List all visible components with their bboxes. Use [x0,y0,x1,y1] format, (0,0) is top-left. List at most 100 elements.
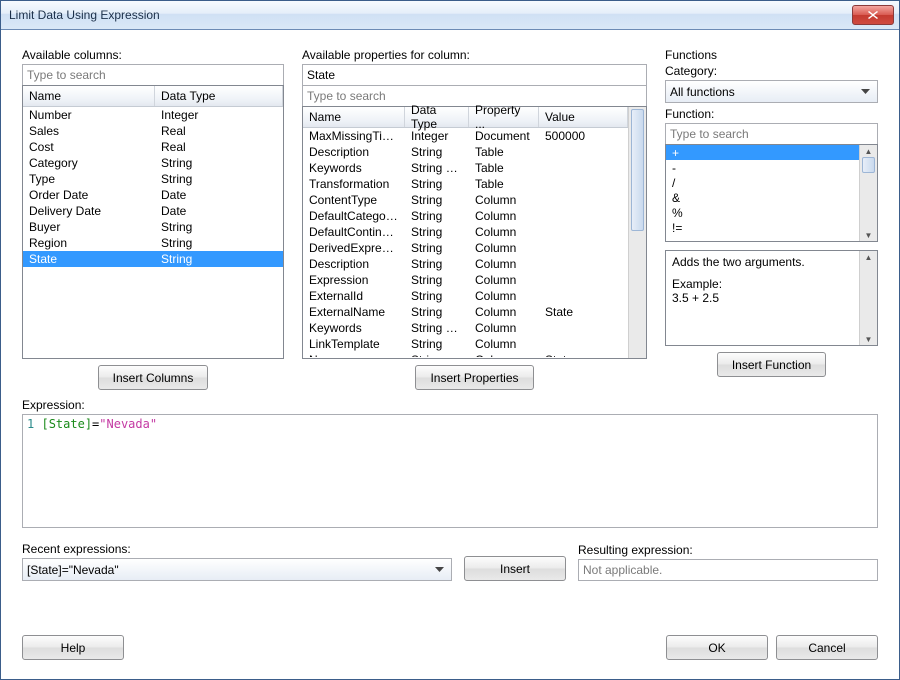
available-columns-grid[interactable]: Name Data Type NumberIntegerSalesRealCos… [22,85,284,359]
col-header-name[interactable]: Name [23,86,155,106]
scroll-down-icon[interactable]: ▼ [860,229,877,241]
table-row[interactable]: TypeString [23,171,283,187]
cell-datatype: String [405,257,469,271]
prop-header-name[interactable]: Name [303,107,405,127]
insert-columns-button[interactable]: Insert Columns [98,365,209,390]
cell-value: State [539,353,628,357]
scrollbar-thumb[interactable] [862,157,875,173]
cell-name: Number [23,108,155,122]
table-row[interactable]: DescriptionStringTable [303,144,628,160]
cell-name: LinkTemplate [303,337,405,351]
scroll-up-icon[interactable]: ▲ [860,145,877,157]
cell-name: DefaultCategoric... [303,209,405,223]
function-item[interactable]: / [666,175,859,190]
table-row[interactable]: StateString [23,251,283,267]
cell-datatype: String [155,172,283,186]
scrollbar-thumb[interactable] [631,109,644,231]
table-row[interactable]: KeywordsString ListColumn [303,320,628,336]
scroll-up-icon[interactable]: ▲ [860,251,877,263]
table-row[interactable]: DerivedExpressionStringColumn [303,240,628,256]
ok-button[interactable]: OK [666,635,768,660]
category-value: All functions [670,85,735,99]
category-label: Category: [665,64,878,78]
expression-editor[interactable]: 1 [State]="Nevada" [22,414,878,528]
table-row[interactable]: DescriptionStringColumn [303,256,628,272]
cancel-button[interactable]: Cancel [776,635,878,660]
recent-expressions-select[interactable]: [State]="Nevada" [22,558,452,581]
available-columns-search[interactable] [22,64,284,86]
titlebar[interactable]: Limit Data Using Expression [1,1,899,30]
scroll-down-icon[interactable]: ▼ [860,333,877,345]
cell-datatype: Integer [155,108,283,122]
table-row[interactable]: ExpressionStringColumn [303,272,628,288]
function-list[interactable]: +-/&%!= ▲ ▼ [665,144,878,242]
table-row[interactable]: LinkTemplateStringColumn [303,336,628,352]
table-row[interactable]: TransformationStringTable [303,176,628,192]
function-search[interactable] [665,123,878,145]
cell-datatype: Integer [405,129,469,143]
dialog-window: Limit Data Using Expression Available co… [0,0,900,680]
cell-property: Column [469,273,539,287]
table-row[interactable]: NameStringColumnState [303,352,628,357]
prop-header-datatype[interactable]: Data Type [405,107,469,127]
function-item[interactable]: - [666,160,859,175]
description-scrollbar[interactable]: ▲ ▼ [859,251,877,345]
table-row[interactable]: MaxMissingTime...IntegerDocument500000 [303,128,628,144]
cell-datatype: String [405,225,469,239]
table-row[interactable]: NumberInteger [23,107,283,123]
cell-datatype: String [405,353,469,357]
col-header-datatype[interactable]: Data Type [155,86,283,106]
cell-datatype: String [405,193,469,207]
available-properties-panel: Available properties for column: State N… [302,48,647,390]
cell-datatype: String [155,220,283,234]
function-item[interactable]: & [666,190,859,205]
cell-property: Table [469,161,539,175]
table-row[interactable]: CategoryString [23,155,283,171]
prop-header-property[interactable]: Property ... [469,107,539,127]
table-row[interactable]: ExternalNameStringColumnState [303,304,628,320]
cell-datatype: String List [405,321,469,335]
function-desc-text: Adds the two arguments. [672,255,871,269]
insert-function-button[interactable]: Insert Function [717,352,826,377]
properties-header[interactable]: Name Data Type Property ... Value [303,107,628,128]
table-row[interactable]: Order DateDate [23,187,283,203]
help-button[interactable]: Help [22,635,124,660]
available-columns-body[interactable]: NumberIntegerSalesRealCostRealCategorySt… [23,107,283,267]
table-row[interactable]: CostReal [23,139,283,155]
expression-label: Expression: [22,398,878,412]
table-row[interactable]: KeywordsString ListTable [303,160,628,176]
category-select[interactable]: All functions [665,80,878,103]
line-number: 1 [27,417,34,431]
close-button[interactable] [852,5,894,25]
cell-name: Transformation [303,177,405,191]
table-row[interactable]: ContentTypeStringColumn [303,192,628,208]
table-row[interactable]: ExternalIdStringColumn [303,288,628,304]
function-item[interactable]: % [666,205,859,220]
function-scrollbar[interactable]: ▲ ▼ [859,145,877,241]
cell-name: Cost [23,140,155,154]
cell-property: Column [469,305,539,319]
prop-header-value[interactable]: Value [539,107,628,127]
function-item[interactable]: != [666,220,859,235]
cell-datatype: String [405,289,469,303]
cell-datatype: Real [155,124,283,138]
table-row[interactable]: BuyerString [23,219,283,235]
properties-grid[interactable]: Name Data Type Property ... Value MaxMis… [302,106,647,359]
cell-name: Keywords [303,161,405,175]
cell-property: Column [469,209,539,223]
properties-scrollbar[interactable] [628,107,646,358]
table-row[interactable]: RegionString [23,235,283,251]
table-row[interactable]: SalesReal [23,123,283,139]
cell-property: Column [469,193,539,207]
available-columns-header[interactable]: Name Data Type [23,86,283,107]
table-row[interactable]: DefaultContinuou...StringColumn [303,224,628,240]
cell-property: Table [469,145,539,159]
table-row[interactable]: DefaultCategoric...StringColumn [303,208,628,224]
insert-recent-button[interactable]: Insert [464,556,566,581]
table-row[interactable]: Delivery DateDate [23,203,283,219]
function-item[interactable]: + [666,145,859,160]
insert-properties-button[interactable]: Insert Properties [415,365,533,390]
cell-value: 500000 [539,129,628,143]
properties-body[interactable]: MaxMissingTime...IntegerDocument500000De… [303,128,628,357]
cell-name: Order Date [23,188,155,202]
